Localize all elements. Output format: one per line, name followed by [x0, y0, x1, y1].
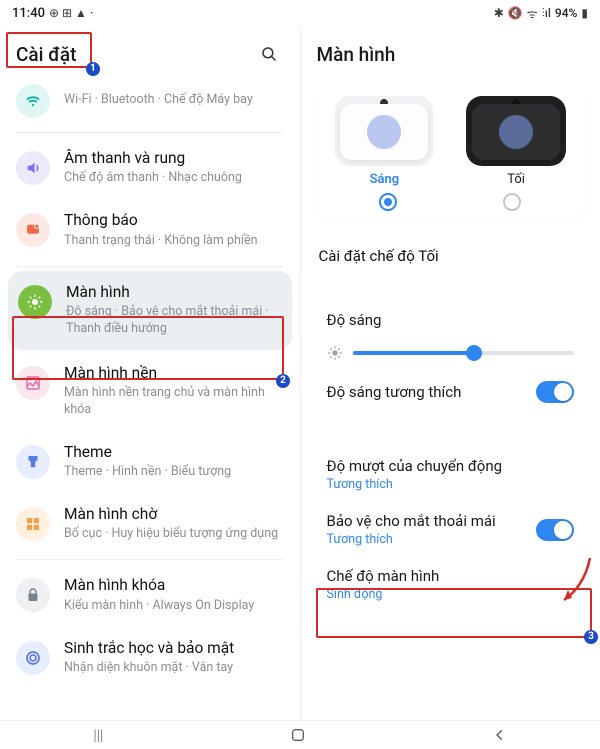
row-sub: Theme · Hình nền · Biểu tượng	[64, 464, 284, 481]
row-label: Màn hình chờ	[64, 505, 284, 524]
screen-mode-value: Sinh động	[327, 587, 575, 602]
theme-card: Sáng Tối	[313, 82, 589, 221]
screen-mode-label: Chế độ màn hình	[327, 567, 575, 585]
settings-row-connections[interactable]: Wi-Fi · Bluetooth · Chế độ Máy bay	[0, 76, 300, 128]
mute-icon: 🔇	[508, 6, 523, 20]
battery-pct: 94%	[555, 6, 577, 20]
lock-icon	[16, 578, 50, 612]
row-label: Wi-Fi · Bluetooth · Chế độ Máy bay	[64, 92, 284, 109]
theme-light-label: Sáng	[370, 172, 400, 187]
settings-row-sound[interactable]: Âm thanh và rung Chế độ âm thanh · Nhạc …	[0, 137, 300, 199]
theme-icon	[16, 445, 50, 479]
wifi-icon: ᯤ	[527, 5, 538, 22]
status-time: 11:40	[12, 6, 45, 21]
display-title: Màn hình	[317, 43, 396, 66]
eye-comfort-label: Bảo vệ cho mắt thoải mái	[327, 512, 496, 530]
theme-light-radio[interactable]	[379, 193, 397, 211]
motion-smoothness-label: Độ mượt của chuyển động	[327, 457, 575, 475]
theme-dark-label: Tối	[507, 172, 525, 187]
battery-icon: ▮	[581, 6, 588, 20]
wifi-icon	[16, 84, 50, 118]
theme-dark-option[interactable]: Tối	[458, 96, 574, 187]
eye-comfort-row[interactable]: Bảo vệ cho mắt thoải mái Tương thích	[321, 502, 581, 557]
row-label: Thông báo	[64, 211, 284, 230]
notification-icon	[16, 213, 50, 247]
status-notif-icons: ⊕ ⊞ ▲ ·	[49, 6, 93, 20]
wallpaper-icon	[16, 366, 50, 400]
signal-icon: ⫶ıl	[542, 6, 551, 21]
row-sub: Thanh trạng thái · Không làm phiền	[64, 233, 284, 250]
search-button[interactable]	[254, 39, 284, 69]
motion-smoothness-value: Tương thích	[327, 477, 575, 492]
settings-row-homescreen[interactable]: Màn hình chờ Bố cục · Huy hiệu biểu tượn…	[0, 493, 300, 555]
theme-dark-radio[interactable]	[503, 193, 521, 211]
nav-home-button[interactable]	[290, 727, 306, 743]
adaptive-brightness-label: Độ sáng tương thích	[327, 383, 462, 401]
nav-recent-button[interactable]: |||	[93, 726, 103, 744]
settings-row-theme[interactable]: Theme Theme · Hình nền · Biểu tượng	[0, 431, 300, 493]
row-label: Màn hình khóa	[64, 576, 284, 595]
settings-row-biometrics[interactable]: Sinh trắc học và bảo mật Nhận diện khuôn…	[0, 627, 300, 689]
sound-icon	[16, 151, 50, 185]
motion-smoothness-row[interactable]: Độ mượt của chuyển động Tương thích	[321, 447, 581, 502]
row-sub: Chế độ âm thanh · Nhạc chuông	[64, 170, 284, 187]
homescreen-icon	[16, 507, 50, 541]
settings-title: Cài đặt	[16, 43, 76, 66]
bluetooth-icon: ✱	[494, 6, 504, 20]
theme-light-option[interactable]: Sáng	[327, 96, 443, 187]
row-sub: Bố cục · Huy hiệu biểu tượng ứng dụng	[64, 526, 284, 543]
dark-mode-settings-label: Cài đặt chế độ Tối	[319, 247, 439, 265]
eye-comfort-value: Tương thích	[327, 532, 496, 547]
settings-row-display[interactable]: Màn hình Độ sáng · Bảo vệ cho mắt thoải …	[8, 271, 292, 350]
row-label: Màn hình nền	[64, 364, 284, 383]
row-label: Âm thanh và rung	[64, 149, 284, 168]
settings-list-panel: Cài đặt Wi-Fi · Bluetooth · Chế độ Máy b…	[0, 26, 301, 720]
settings-row-wallpaper[interactable]: Màn hình nền Màn hình nền trang chủ và m…	[0, 352, 300, 431]
row-sub: Màn hình nền trang chủ và màn hình khóa	[64, 385, 284, 419]
brightness-slider-thumb[interactable]	[466, 345, 482, 361]
dark-mode-settings-row[interactable]: Cài đặt chế độ Tối	[313, 233, 589, 279]
brightness-card: Độ sáng Độ sáng tương thích	[313, 289, 589, 425]
nav-back-button[interactable]	[493, 728, 507, 742]
settings-row-notifications[interactable]: Thông báo Thanh trạng thái · Không làm p…	[0, 199, 300, 261]
status-bar: 11:40 ⊕ ⊞ ▲ · ✱ 🔇 ᯤ ⫶ıl 94% ▮	[0, 0, 600, 26]
eye-comfort-toggle[interactable]	[536, 519, 574, 541]
row-sub: Nhận diện khuôn mặt · Vân tay	[64, 660, 284, 677]
adaptive-brightness-toggle[interactable]	[536, 381, 574, 403]
row-label: Theme	[64, 443, 284, 462]
display-icon	[18, 285, 52, 319]
brightness-slider[interactable]	[353, 351, 575, 355]
android-nav-bar: |||	[0, 720, 600, 749]
brightness-heading: Độ sáng	[327, 311, 575, 329]
fingerprint-icon	[16, 641, 50, 675]
screen-mode-row[interactable]: Chế độ màn hình Sinh động	[321, 557, 581, 612]
row-sub: Kiểu màn hình · Always On Display	[64, 598, 284, 615]
adaptive-brightness-row[interactable]: Độ sáng tương thích	[321, 371, 581, 413]
display-options-card: Độ mượt của chuyển động Tương thích Bảo …	[313, 435, 589, 624]
display-settings-panel: Màn hình Sáng Tối	[301, 26, 600, 720]
search-icon	[260, 44, 278, 64]
row-label: Sinh trắc học và bảo mật	[64, 639, 284, 658]
sun-icon	[327, 345, 343, 361]
settings-row-lockscreen[interactable]: Màn hình khóa Kiểu màn hình · Always On …	[0, 564, 300, 626]
row-sub: Độ sáng · Bảo vệ cho mắt thoải mái · Tha…	[66, 304, 282, 338]
row-label: Màn hình	[66, 283, 282, 302]
